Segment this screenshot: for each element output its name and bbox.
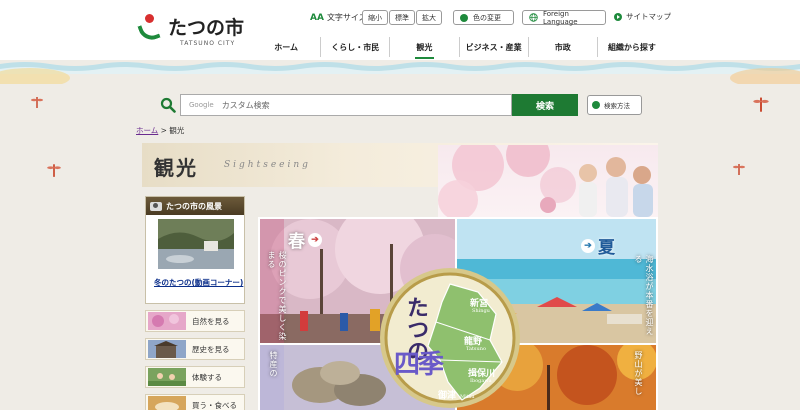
menu-experience-label: 体験する: [192, 372, 222, 382]
nav-organization[interactable]: 組織から探す: [596, 37, 666, 57]
scenery-video-link[interactable]: 冬のたつの(動画コーナー): [146, 273, 244, 288]
logo-text: たつの市: [168, 17, 245, 39]
font-size-label: AA 文字サイズ: [310, 10, 367, 25]
site-logo[interactable]: たつの市: [136, 14, 245, 44]
breadcrumb-separator: >: [160, 126, 167, 135]
summer-caption: 海水浴が本番を迎える: [634, 255, 654, 336]
search-input[interactable]: Google カスタム検索: [180, 94, 512, 116]
place-mitsu: 御津: [438, 391, 457, 401]
sightseeing-menu: 自然を見る 歴史を見る 体験する 買う・食べる: [145, 310, 245, 410]
spring-caption: 桜のピンクで美しく染まる: [267, 251, 287, 341]
place-shingu-en: Shingu: [472, 308, 490, 314]
font-size-large-button[interactable]: 拡大: [416, 10, 442, 25]
site-header: たつの市 TATSUNO CITY AA 文字サイズ 縮小 標準 拡大 色の変更…: [0, 0, 800, 66]
breadcrumb-home-link[interactable]: ホーム: [136, 126, 158, 135]
nav-city-government[interactable]: 市政: [527, 37, 597, 57]
sitemap-label: サイトマップ: [626, 12, 671, 21]
search-help-label: 検索方法: [604, 102, 630, 110]
menu-history[interactable]: 歴史を見る: [145, 338, 245, 360]
header-wave-decoration: [0, 60, 800, 84]
medallion-title-bottom: 四季: [394, 350, 444, 380]
foreign-language-label: Foreign Language: [543, 9, 578, 26]
tatsuno-seasons-medallion[interactable]: たつの 四季 新宮 Shingu 龍野 Tatsuno 揖保川 Ibogawa …: [378, 262, 522, 410]
font-size-icon: AA: [310, 12, 324, 23]
search-placeholder: カスタム検索: [221, 100, 270, 110]
nature-thumbnail: [148, 312, 186, 330]
breadcrumb: ホーム > 観光: [136, 125, 184, 136]
google-label: Google: [189, 101, 214, 109]
shop-eat-thumbnail: [148, 396, 186, 410]
experience-thumbnail: [148, 368, 186, 386]
arrow-circle-icon: [614, 12, 622, 21]
autumn-left-caption: 特産の: [269, 351, 278, 378]
color-change-label: 色の変更: [473, 13, 501, 22]
left-sidebar: たつの市の風景 冬のたつの(動画コーナー) 自然を見る 歴史を見る 体験する 買…: [145, 196, 245, 410]
font-size-small-button[interactable]: 縮小: [362, 10, 388, 25]
logo-subtitle: TATSUNO CITY: [180, 40, 236, 47]
color-change-button[interactable]: 色の変更: [453, 10, 514, 25]
summer-title: ➔ 夏: [581, 233, 615, 258]
sitemap-link[interactable]: サイトマップ: [614, 11, 671, 22]
history-thumbnail: [148, 340, 186, 358]
arrow-right-icon: ➔: [581, 238, 595, 253]
scenery-thumbnail[interactable]: [158, 219, 234, 269]
menu-shop-eat-label: 買う・食べる: [192, 400, 237, 410]
logo-mark-icon: [136, 14, 162, 44]
spring-title-text: 春: [288, 232, 305, 252]
globe-icon: [529, 13, 538, 22]
arrow-right-icon: ➔: [308, 232, 322, 247]
search-help-button[interactable]: 検索方法: [587, 95, 642, 115]
page-title: 観光: [154, 156, 198, 180]
nav-business[interactable]: ビジネス・産業: [458, 37, 528, 57]
menu-nature-label: 自然を見る: [192, 316, 230, 326]
arrow-circle-icon: [592, 101, 600, 109]
scenery-box: たつの市の風景 冬のたつの(動画コーナー): [145, 196, 245, 304]
spring-title: 春 ➔: [288, 227, 322, 252]
font-size-text: 文字サイズ: [326, 13, 367, 22]
summer-title-text: 夏: [598, 238, 615, 258]
place-mitsu-en: Mitsu: [460, 394, 475, 400]
scenery-title: たつの市の風景: [166, 201, 222, 211]
menu-shop-eat[interactable]: 買う・食べる: [145, 394, 245, 410]
place-ibogawa-en: Ibogawa: [470, 378, 492, 384]
dragonfly-icon: [753, 97, 769, 112]
nav-living[interactable]: くらし・市民: [320, 37, 389, 57]
camera-icon: [150, 201, 162, 211]
dragonfly-icon: [733, 164, 745, 175]
palette-icon: [460, 13, 468, 22]
nav-home[interactable]: ホーム: [252, 37, 320, 57]
foreign-language-button[interactable]: Foreign Language: [522, 9, 606, 26]
global-nav: ホーム くらし・市民 観光 ビジネス・産業 市政 組織から探す: [252, 37, 666, 59]
scenery-header: たつの市の風景: [146, 197, 244, 215]
page-title-en: Sightseeing: [224, 160, 311, 170]
autumn-right-caption: 野山が美し: [634, 351, 643, 396]
dragonfly-icon: [31, 97, 43, 108]
nav-sightseeing[interactable]: 観光: [389, 37, 458, 59]
breadcrumb-current: 観光: [169, 126, 185, 135]
font-size-normal-button[interactable]: 標準: [389, 10, 415, 25]
hero-photo-family-cherry-blossom: [438, 145, 658, 217]
search-icon: [160, 97, 176, 113]
menu-history-label: 歴史を見る: [192, 344, 230, 354]
dragonfly-icon: [47, 164, 61, 177]
search-button[interactable]: 検索: [512, 94, 578, 116]
place-tatsuno-en: Tatsuno: [466, 346, 486, 352]
menu-experience[interactable]: 体験する: [145, 366, 245, 388]
menu-nature[interactable]: 自然を見る: [145, 310, 245, 332]
